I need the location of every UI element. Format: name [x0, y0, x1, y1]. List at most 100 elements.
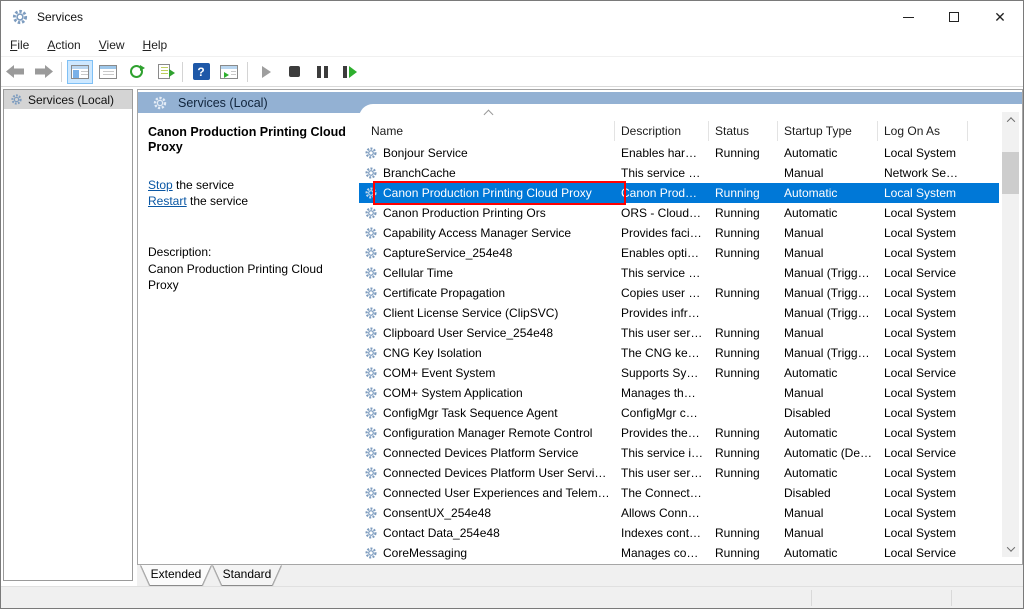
refresh-button[interactable] [123, 60, 149, 84]
table-row[interactable]: Canon Production Printing Cloud ProxyCan… [359, 183, 999, 203]
statusbar-separator [951, 590, 952, 606]
cell-startup-type: Disabled [784, 486, 831, 500]
table-row[interactable]: CNG Key IsolationThe CNG ke…RunningManua… [359, 343, 999, 363]
services-window: Services ✕ File Action View Help [0, 0, 1024, 609]
close-button[interactable]: ✕ [977, 1, 1023, 33]
table-row[interactable]: CoreMessagingManages co…RunningAutomatic… [359, 543, 999, 563]
table-row[interactable]: Contact Data_254e48Indexes cont…RunningM… [359, 523, 999, 543]
vertical-scrollbar[interactable] [1002, 112, 1019, 557]
cell-status: Running [715, 346, 760, 360]
cell-startup-type: Automatic [784, 466, 837, 480]
cell-startup-type: Manual (Trigg… [784, 266, 870, 280]
restart-service-link[interactable]: Restart [148, 194, 187, 208]
start-icon [262, 66, 271, 78]
cell-log-on-as: Local System [884, 286, 956, 300]
cell-name: ConfigMgr Task Sequence Agent [383, 406, 558, 420]
menu-view[interactable]: View [90, 35, 134, 55]
column-separator[interactable] [967, 121, 968, 141]
pause-service-button[interactable] [309, 60, 335, 84]
service-gear-icon [364, 306, 378, 320]
column-header-name[interactable]: Name [371, 124, 403, 138]
table-row[interactable]: Canon Production Printing OrsORS - Cloud… [359, 203, 999, 223]
cell-log-on-as: Local Service [884, 546, 956, 560]
tab-extended[interactable]: Extended [141, 565, 211, 585]
column-header-description[interactable]: Description [621, 124, 681, 138]
table-row[interactable]: Connected Devices Platform User Servi…Th… [359, 463, 999, 483]
console-tree-icon [71, 65, 89, 79]
table-row[interactable]: Connected User Experiences and Telem…The… [359, 483, 999, 503]
pane-header-title: Services (Local) [178, 96, 268, 110]
help-button[interactable]: ? [188, 60, 214, 84]
services-table-body: Bonjour ServiceEnables har…RunningAutoma… [359, 143, 1022, 564]
table-row[interactable]: BranchCacheThis service …ManualNetwork S… [359, 163, 999, 183]
statusbar-separator [811, 590, 812, 606]
scroll-down-icon[interactable] [1002, 541, 1019, 557]
cell-startup-type: Automatic [784, 186, 837, 200]
table-row[interactable]: Configuration Manager Remote ControlProv… [359, 423, 999, 443]
cell-description: This user ser… [621, 326, 702, 340]
column-separator[interactable] [877, 121, 878, 141]
column-header-status[interactable]: Status [715, 124, 749, 138]
table-row[interactable]: Capability Access Manager ServiceProvide… [359, 223, 999, 243]
stop-service-line: Stop the service [148, 177, 350, 193]
scroll-up-icon[interactable] [1002, 112, 1019, 128]
table-row[interactable]: CaptureService_254e48Enables opti…Runnin… [359, 243, 999, 263]
column-separator[interactable] [614, 121, 615, 141]
annotation-highlight-box [373, 181, 626, 205]
list-header: Name Description Status Startup Type Log… [359, 118, 1022, 143]
cell-startup-type: Manual [784, 506, 823, 520]
cell-startup-type: Automatic [784, 366, 837, 380]
show-action-pane-button[interactable] [216, 60, 242, 84]
minimize-button[interactable] [885, 1, 931, 33]
column-header-startup-type[interactable]: Startup Type [784, 124, 852, 138]
services-gear-icon [10, 93, 23, 106]
restart-service-button[interactable] [337, 60, 363, 84]
table-row[interactable]: Cellular TimeThis service …Manual (Trigg… [359, 263, 999, 283]
show-console-tree-button[interactable] [67, 60, 93, 84]
start-service-button[interactable] [253, 60, 279, 84]
menu-file[interactable]: File [1, 35, 38, 55]
service-gear-icon [364, 146, 378, 160]
table-row[interactable]: Client License Service (ClipSVC)Provides… [359, 303, 999, 323]
tab-extended-label: Extended [141, 565, 211, 584]
back-button[interactable] [2, 60, 28, 84]
maximize-button[interactable] [931, 1, 977, 33]
table-row[interactable]: COM+ System ApplicationManages th…Manual… [359, 383, 999, 403]
table-row[interactable]: Certificate PropagationCopies user …Runn… [359, 283, 999, 303]
cell-log-on-as: Local System [884, 526, 956, 540]
service-gear-icon [364, 226, 378, 240]
column-separator[interactable] [708, 121, 709, 141]
services-gear-icon [152, 95, 168, 111]
service-gear-icon [364, 386, 378, 400]
column-separator[interactable] [777, 121, 778, 141]
tab-standard[interactable]: Standard [213, 565, 281, 585]
properties-button[interactable] [95, 60, 121, 84]
tree-item-label: Services (Local) [28, 93, 114, 107]
restart-service-text: the service [187, 194, 248, 208]
menu-action[interactable]: Action [38, 35, 89, 55]
description-text: Canon Production Printing Cloud Proxy [148, 261, 348, 293]
table-row[interactable]: COM+ Event SystemSupports Sy…RunningAuto… [359, 363, 999, 383]
table-row[interactable]: Clipboard User Service_254e48This user s… [359, 323, 999, 343]
tree-item-services-local[interactable]: Services (Local) [4, 90, 132, 109]
cell-log-on-as: Local System [884, 506, 956, 520]
column-header-log-on-as[interactable]: Log On As [884, 124, 940, 138]
cell-log-on-as: Local System [884, 326, 956, 340]
restart-service-line: Restart the service [148, 193, 350, 209]
cell-name: Client License Service (ClipSVC) [383, 306, 558, 320]
table-row[interactable]: Connected Devices Platform ServiceThis s… [359, 443, 999, 463]
service-gear-icon [364, 326, 378, 340]
services-list-panel: Name Description Status Startup Type Log… [359, 104, 1022, 564]
stop-service-link[interactable]: Stop [148, 178, 173, 192]
stop-service-button[interactable] [281, 60, 307, 84]
scrollbar-thumb[interactable] [1002, 152, 1019, 194]
table-row[interactable]: ConsentUX_254e48Allows Conn…ManualLocal … [359, 503, 999, 523]
service-actions: Stop the service Restart the service [148, 177, 350, 209]
cell-status: Running [715, 466, 760, 480]
service-gear-icon [364, 286, 378, 300]
table-row[interactable]: ConfigMgr Task Sequence AgentConfigMgr c… [359, 403, 999, 423]
forward-button[interactable] [30, 60, 56, 84]
table-row[interactable]: Bonjour ServiceEnables har…RunningAutoma… [359, 143, 999, 163]
export-list-button[interactable] [151, 60, 177, 84]
menu-help[interactable]: Help [134, 35, 177, 55]
